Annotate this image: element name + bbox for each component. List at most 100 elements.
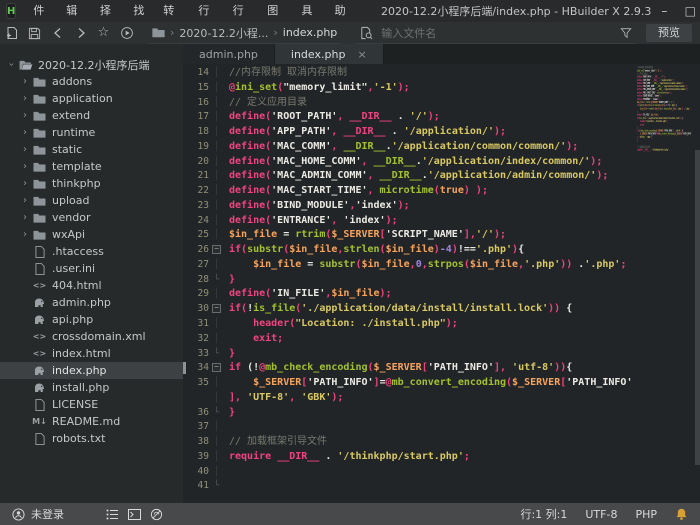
run-icon (120, 26, 134, 40)
code-line[interactable]: 26−if(substr($in_file,strlen($in_file)-4… (183, 243, 700, 258)
code-line[interactable]: 25│$in_file = rtrim($_SERVER['SCRIPT_NAM… (183, 228, 700, 243)
code-line[interactable]: 31│ header("Location: ./install.php"); (183, 317, 700, 332)
filter-funnel-icon[interactable] (620, 27, 632, 39)
tree-item-vendor[interactable]: ›vendor (0, 209, 183, 226)
scrollbar-thumb[interactable] (695, 150, 700, 465)
tree-item-crossdomain.xml[interactable]: <>crossdomain.xml (0, 328, 183, 345)
code-line[interactable]: 40│ (183, 465, 700, 480)
encoding-indicator[interactable]: UTF-8 (585, 508, 617, 521)
tree-item-upload[interactable]: ›upload (0, 192, 183, 209)
tree-item-label: application (52, 92, 113, 105)
code-line[interactable]: 24│define('ENTRANCE', 'index'); (183, 214, 700, 229)
code-line[interactable]: 38│// 加载框架引导文件 (183, 435, 700, 450)
open-folder-icon (19, 60, 33, 70)
minimize-button[interactable]: – (651, 0, 677, 22)
tree-item-template[interactable]: ›template (0, 158, 183, 175)
fold-toggle[interactable]: − (209, 243, 224, 258)
code-editor[interactable]: 14│//内存限制 取消内存限制15│@ini_set("memory_limi… (183, 64, 700, 503)
breadcrumb-file[interactable]: index.php (283, 26, 338, 39)
code-line[interactable]: 33└} (183, 347, 700, 362)
tree-item-.htaccess[interactable]: .htaccess (0, 243, 183, 260)
tree-item-index.html[interactable]: <>index.html (0, 345, 183, 362)
tree-item-admin.php[interactable]: admin.php (0, 294, 183, 311)
tree-item-api.php[interactable]: api.php (0, 311, 183, 328)
tree-root[interactable]: ›2020-12.2小程序后端 (0, 56, 183, 73)
code-line[interactable]: 22│define('MAC_START_TIME', microtime(tr… (183, 184, 700, 199)
code-line[interactable]: 20│define('MAC_HOME_COMM', __DIR__.'/app… (183, 155, 700, 170)
tree-item-extend[interactable]: ›extend (0, 107, 183, 124)
sync-disabled-icon[interactable] (150, 508, 163, 521)
tab-label: admin.php (199, 48, 258, 61)
tab-index.php[interactable]: index.php× (275, 44, 384, 64)
tree-item-.user.ini[interactable]: .user.ini (0, 260, 183, 277)
login-status[interactable]: 未登录 (12, 506, 64, 522)
code-line[interactable]: 37│ (183, 420, 700, 435)
tree-item-robots.txt[interactable]: robots.txt (0, 430, 183, 447)
tree-item-404.html[interactable]: <>404.html (0, 277, 183, 294)
window-title: 2020-12.2小程序后端/index.php - HBuilder X 2.… (381, 3, 651, 19)
code-line[interactable]: 39│require __DIR__ . '/thinkphp/start.ph… (183, 450, 700, 465)
fold-toggle[interactable]: − (209, 361, 224, 376)
favorite-button[interactable]: ☆ (92, 22, 115, 44)
code-line[interactable]: 41└ (183, 479, 700, 494)
tree-item-index.php[interactable]: index.php (0, 362, 183, 379)
search-input[interactable]: 输入文件名 (355, 22, 636, 44)
fold-toggle[interactable]: − (209, 302, 224, 317)
save-button[interactable] (23, 22, 46, 44)
language-mode[interactable]: PHP (635, 508, 657, 521)
back-button[interactable] (46, 22, 69, 44)
code-line[interactable]: 18│define('APP_PATH', __DIR__ . '/applic… (183, 125, 700, 140)
fold-guide: │ (209, 435, 224, 450)
code-line[interactable]: 36└} (183, 406, 700, 421)
console-icon[interactable] (128, 509, 141, 520)
tab-admin.php[interactable]: admin.php (183, 44, 275, 64)
code-line[interactable]: 28└} (183, 273, 700, 288)
outline-icon[interactable] (106, 509, 119, 520)
code-line[interactable]: 30−if(!is_file('./application/data/insta… (183, 302, 700, 317)
code-line[interactable]: 27│ $in_file = substr($in_file,0,strpos(… (183, 258, 700, 273)
code-line[interactable]: 16│// 定义应用目录 (183, 96, 700, 111)
tree-item-install.php[interactable]: install.php (0, 379, 183, 396)
code-area[interactable]: 14│//内存限制 取消内存限制15│@ini_set("memory_limi… (183, 66, 700, 494)
preview-button[interactable]: 预览 (646, 24, 692, 42)
code-line[interactable]: 35│ $_SERVER['PATH_INFO']=@mb_convert_en… (183, 376, 700, 391)
code-line[interactable]: 19│define('MAC_COMM', __DIR__.'/applicat… (183, 140, 700, 155)
fold-guide: │ (209, 155, 224, 170)
tree-item-static[interactable]: ›static (0, 141, 183, 158)
code-line[interactable]: 23│define('BIND_MODULE','index'); (183, 199, 700, 214)
fold-guide: │ (209, 332, 224, 347)
code-line[interactable]: 34−if (!@mb_check_encoding($_SERVER['PAT… (183, 361, 700, 376)
line-number: 16 (183, 96, 209, 111)
code-line[interactable]: │], 'UTF-8', 'GBK'); (183, 391, 700, 406)
cursor-position[interactable]: 行:1 列:1 (520, 506, 567, 522)
minimap[interactable]: //内存限制 取消内存限制@ini_set("memory_limit",'-1… (637, 64, 695, 503)
fold-guide: │ (209, 199, 224, 214)
tree-item-README.md[interactable]: M↓README.md (0, 413, 183, 430)
code-line[interactable]: 17│define('ROOT_PATH', __DIR__ . '/'); (183, 110, 700, 125)
tree-item-application[interactable]: ›application (0, 90, 183, 107)
run-button[interactable] (115, 22, 138, 44)
tree-item-wxApi[interactable]: ›wxApi (0, 226, 183, 243)
code-line[interactable]: 15│@ini_set("memory_limit",'-1'); (183, 81, 700, 96)
tree-item-runtime[interactable]: ›runtime (0, 124, 183, 141)
code-line[interactable]: 21│define('MAC_ADMIN_COMM', __DIR__.'/ap… (183, 169, 700, 184)
tree-item-addons[interactable]: ›addons (0, 73, 183, 90)
code-line[interactable]: 14│//内存限制 取消内存限制 (183, 66, 700, 81)
maximize-button[interactable]: □ (677, 0, 700, 22)
tree-item-label: .user.ini (52, 262, 95, 275)
minimap-line: require __DIR__ . '/thinkphp/start.php'; (637, 149, 645, 152)
line-number: 36 (183, 406, 209, 421)
close-icon[interactable]: × (357, 48, 366, 61)
vertical-scrollbar[interactable] (695, 64, 700, 503)
forward-button[interactable] (69, 22, 92, 44)
breadcrumb-project[interactable]: 2020-12.2小程... (179, 25, 268, 41)
folder-icon (33, 213, 46, 223)
notification-bell-icon[interactable] (675, 507, 688, 521)
new-file-button[interactable] (0, 22, 23, 44)
fold-guide: │ (209, 420, 224, 435)
tree-item-LICENSE[interactable]: LICENSE (0, 396, 183, 413)
line-number: 33 (183, 347, 209, 362)
tree-item-thinkphp[interactable]: ›thinkphp (0, 175, 183, 192)
code-line[interactable]: 29│define('IN_FILE',$in_file); (183, 287, 700, 302)
code-line[interactable]: 32│ exit; (183, 332, 700, 347)
